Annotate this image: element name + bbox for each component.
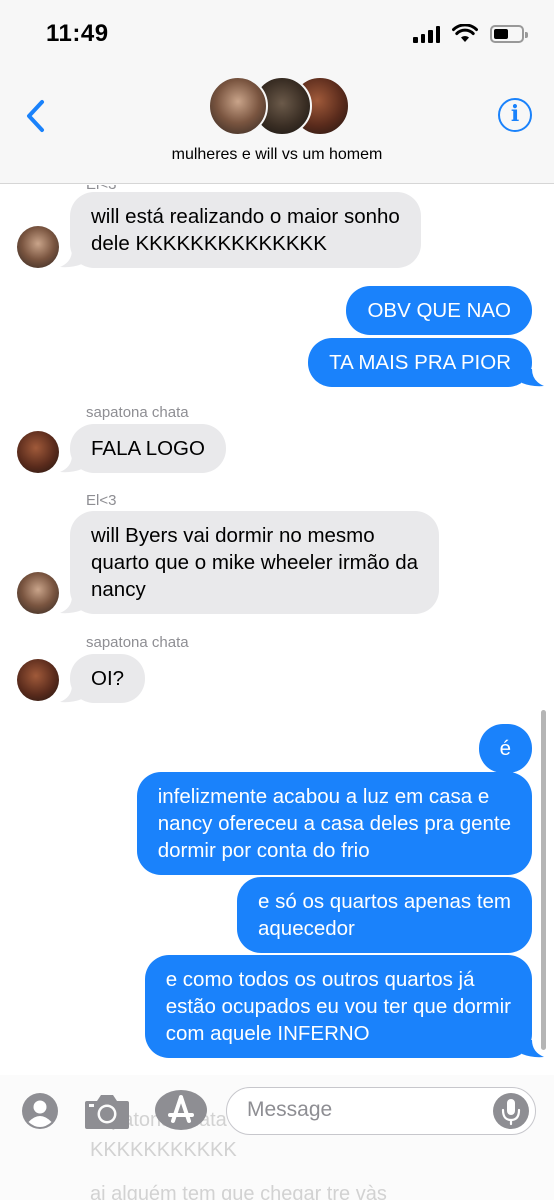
contact-button[interactable] — [22, 1093, 58, 1129]
bubble-tail — [60, 596, 82, 614]
ghost-text: KKKKKKKKKKK — [90, 1139, 237, 1161]
message-text: nancy — [91, 578, 146, 601]
message-list[interactable]: El<3 will está realizando o maior sonho … — [0, 185, 554, 1075]
message-input[interactable] — [247, 1098, 487, 1122]
app-store-icon — [168, 1095, 194, 1123]
message-bubble[interactable]: e só os quartos apenas tem aquecedor — [237, 877, 532, 953]
message-bubble[interactable]: will Byers vai dormir no mesmo quarto qu… — [70, 511, 440, 614]
bubble-tail — [60, 455, 82, 473]
microphone-button[interactable] — [493, 1093, 529, 1129]
avatar[interactable] — [17, 572, 59, 614]
message-bubble[interactable]: e como todos os outros quartos já estão … — [144, 955, 532, 1058]
message-bubble[interactable]: é — [478, 724, 532, 773]
message-text: e só os quartos apenas tem — [258, 890, 511, 913]
sender-label: El<3 — [86, 492, 117, 509]
conversation-header: mulheres e will vs um homem i — [0, 70, 554, 184]
message-text: é — [499, 737, 511, 760]
message-text: com aquele INFERNO — [165, 1022, 370, 1045]
scrollbar[interactable] — [541, 710, 546, 1050]
ghost-text: ai alguém tem que chegar tre vàs — [90, 1183, 387, 1200]
sender-label: sapatona chata — [86, 634, 189, 651]
info-button[interactable]: i — [498, 98, 532, 132]
message-input-field[interactable] — [226, 1087, 536, 1135]
bubble-tail — [60, 250, 82, 268]
message-bubble[interactable]: infelizmente acabou a luz em casa e nanc… — [136, 772, 532, 875]
message-text: will Byers vai dormir no mesmo — [91, 524, 375, 547]
message-text: estão ocupados eu vou ter que dormir — [165, 995, 511, 1018]
camera-icon[interactable] — [83, 1091, 131, 1131]
message-text: nancy ofereceu a casa deles pra gente — [157, 812, 511, 835]
message-text: e como todos os outros quartos já — [165, 968, 475, 991]
message-text: TA MAIS PRA PIOR — [329, 351, 511, 374]
message-text: quarto que o mike wheeler irmão da — [91, 551, 419, 574]
message-bubble[interactable]: TA MAIS PRA PIOR — [308, 338, 532, 387]
status-time: 11:49 — [46, 20, 109, 47]
avatar[interactable] — [17, 659, 59, 701]
cellular-signal-icon — [413, 25, 440, 43]
input-bar: sapatona chata KKKKKKKKKKK ai alguém tem… — [0, 1075, 554, 1200]
message-text: dele KKKKKKKKKKKKKK — [91, 232, 327, 255]
message-text: will está realizando o maior sonho — [91, 205, 400, 228]
info-icon: i — [510, 101, 520, 127]
message-text: dormir por conta do frio — [157, 839, 370, 862]
message-text: OI? — [91, 667, 125, 690]
avatar — [208, 76, 268, 136]
back-button[interactable] — [22, 98, 52, 134]
wifi-icon — [452, 24, 478, 42]
avatar[interactable] — [17, 431, 59, 473]
bubble-tail — [60, 685, 82, 703]
back-chevron-icon — [27, 100, 44, 132]
microphone-icon — [501, 1099, 521, 1126]
message-text: OBV QUE NAO — [367, 299, 511, 322]
contact-icon — [28, 1100, 52, 1127]
group-avatars[interactable] — [208, 76, 350, 138]
app-store-button[interactable] — [155, 1090, 207, 1130]
status-icons — [413, 24, 528, 43]
message-text: FALA LOGO — [91, 437, 205, 460]
sender-label: sapatona chata — [86, 404, 189, 421]
group-name[interactable]: mulheres e will vs um homem — [0, 146, 554, 164]
message-bubble[interactable]: will está realizando o maior sonho dele … — [70, 192, 421, 268]
battery-icon — [490, 24, 528, 43]
message-bubble[interactable]: OBV QUE NAO — [346, 286, 532, 335]
status-bar: 11:49 — [0, 0, 554, 70]
message-text: infelizmente acabou a luz em casa e — [157, 785, 490, 808]
avatar[interactable] — [17, 226, 59, 268]
bubble-tail — [522, 369, 544, 387]
message-bubble[interactable]: FALA LOGO — [70, 424, 226, 473]
message-text: aquecedor — [258, 917, 355, 940]
